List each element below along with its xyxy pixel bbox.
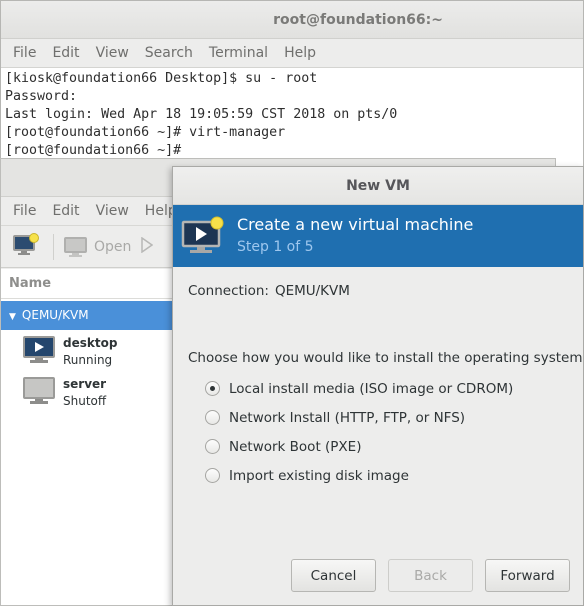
back-button[interactable]: Back: [388, 559, 473, 592]
option-label: Network Install (HTTP, FTP, or NFS): [229, 409, 466, 426]
toolbar-separator: [53, 233, 54, 260]
radio-button[interactable]: [205, 410, 220, 425]
open-button-label: Open: [94, 238, 132, 255]
vm-name: server: [63, 377, 107, 391]
option-label: Local install media (ISO image or CDROM): [229, 380, 514, 397]
radio-button[interactable]: [205, 468, 220, 483]
expand-triangle-icon[interactable]: ▼: [9, 312, 16, 322]
connection-row[interactable]: ▼ QEMU/KVM: [1, 301, 173, 330]
install-method-options: Local install media (ISO image or CDROM)…: [188, 374, 583, 490]
vmm-menu-view[interactable]: View: [88, 203, 137, 219]
new-vm-button[interactable]: [13, 232, 39, 261]
vm-row-server[interactable]: server Shutoff: [1, 371, 173, 412]
terminal-menu-terminal[interactable]: Terminal: [201, 45, 276, 61]
vm-status: Shutoff: [63, 394, 107, 408]
terminal-menu-view[interactable]: View: [88, 45, 137, 61]
vmm-menu-file[interactable]: File: [5, 203, 44, 219]
terminal-line: [root@foundation66 ~]# virt-manager: [5, 125, 286, 140]
vm-name: desktop: [63, 336, 118, 350]
terminal-line: Last login: Wed Apr 18 19:05:59 CST 2018…: [5, 107, 398, 122]
vm-status: Running: [63, 353, 113, 367]
terminal-line: Password:: [5, 89, 78, 104]
connection-name: QEMU/KVM: [21, 308, 89, 322]
terminal-output[interactable]: [kiosk@foundation66 Desktop]$ su - root P…: [1, 68, 583, 162]
open-button[interactable]: Open: [64, 236, 131, 258]
connection-value: QEMU/KVM: [274, 283, 350, 299]
terminal-titlebar[interactable]: root@foundation66:~: [1, 1, 583, 39]
new-vm-dialog: New VM Create a new virtual machine Step…: [172, 166, 584, 606]
terminal-menu-file[interactable]: File: [5, 45, 44, 61]
dialog-banner: Create a new virtual machine Step 1 of 5: [173, 205, 583, 267]
monitor-running-icon: [23, 336, 55, 363]
radio-button[interactable]: [205, 439, 220, 454]
forward-button[interactable]: Forward: [485, 559, 570, 592]
dialog-content: Connection: QEMU/KVM Choose how you would…: [173, 267, 583, 490]
option-import-disk-image[interactable]: Import existing disk image: [205, 461, 583, 490]
cancel-button[interactable]: Cancel: [291, 559, 376, 592]
banner-title: Create a new virtual machine: [237, 215, 474, 234]
dialog-title: New VM: [346, 178, 410, 194]
terminal-menu-help[interactable]: Help: [276, 45, 324, 61]
terminal-line: [kiosk@foundation66 Desktop]$ su - root: [5, 71, 318, 86]
open-console-icon: [64, 236, 87, 257]
terminal-menu-search[interactable]: Search: [137, 45, 201, 61]
run-button[interactable]: [141, 236, 154, 257]
vm-list: Name ▼ QEMU/KVM desktop Running server S…: [1, 269, 173, 605]
option-local-install-media[interactable]: Local install media (ISO image or CDROM): [205, 374, 583, 403]
new-vm-icon: [13, 232, 39, 255]
radio-button-checked[interactable]: [205, 381, 220, 396]
monitor-off-icon: [23, 377, 55, 404]
new-vm-banner-icon: [181, 216, 224, 253]
terminal-menu-edit[interactable]: Edit: [44, 45, 87, 61]
option-network-install[interactable]: Network Install (HTTP, FTP, or NFS): [205, 403, 583, 432]
dialog-titlebar[interactable]: New VM: [173, 167, 583, 205]
banner-step: Step 1 of 5: [237, 239, 314, 255]
terminal-window: root@foundation66:~ File Edit View Searc…: [0, 0, 584, 170]
vmm-menu-edit[interactable]: Edit: [44, 203, 87, 219]
install-method-prompt: Choose how you would like to install the…: [188, 350, 583, 366]
option-label: Network Boot (PXE): [229, 438, 362, 455]
terminal-menubar: File Edit View Search Terminal Help: [1, 39, 583, 68]
option-label: Import existing disk image: [229, 467, 409, 484]
connection-line: Connection: QEMU/KVM: [188, 283, 583, 299]
terminal-title: root@foundation66:~: [273, 12, 443, 28]
vm-row-desktop[interactable]: desktop Running: [1, 330, 173, 371]
dialog-button-row: Cancel Back Forward: [291, 559, 570, 592]
connection-label: Connection:: [188, 283, 269, 299]
option-network-boot[interactable]: Network Boot (PXE): [205, 432, 583, 461]
vm-list-header[interactable]: Name: [1, 269, 173, 299]
play-icon: [141, 236, 154, 253]
